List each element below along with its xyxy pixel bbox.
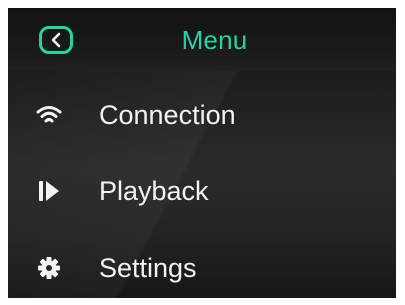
menu-item-settings[interactable]: Settings — [8, 240, 396, 296]
gear-icon — [34, 253, 64, 283]
page-title: Menu — [181, 25, 248, 55]
menu-item-playback[interactable]: Playback — [8, 163, 396, 219]
menu-item-connection[interactable]: Connection — [8, 87, 396, 143]
play-icon — [34, 176, 64, 206]
menu-item-label: Settings — [99, 253, 197, 283]
menu-screen: Menu Connection Playback Settings — [8, 8, 396, 298]
wifi-icon — [34, 100, 64, 130]
header-bar: Menu — [8, 8, 396, 71]
menu-item-label: Playback — [99, 176, 209, 206]
menu-item-label: Connection — [99, 100, 236, 130]
